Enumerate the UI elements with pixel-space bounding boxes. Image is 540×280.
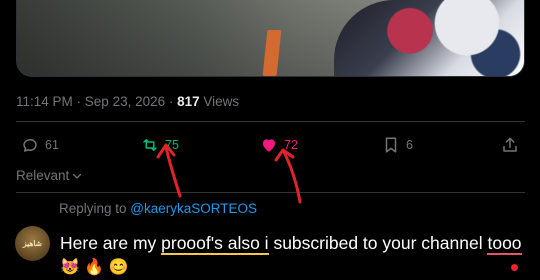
avatar-text: شاهيز: [23, 238, 42, 248]
reply-text: Here are my prooof's also i subscribed t…: [60, 232, 530, 279]
sort-replies-dropdown[interactable]: Relevant: [16, 168, 83, 183]
notification-dot: [511, 264, 518, 271]
replying-prefix: Replying to: [59, 201, 131, 216]
post-meta: 11:14 PM · Sep 23, 2026 · 817 Views: [16, 94, 239, 109]
reply-button[interactable]: 61: [21, 136, 59, 154]
retweet-button[interactable]: 75: [141, 136, 179, 154]
meta-separator-2: ·: [165, 94, 178, 109]
replying-handle-link[interactable]: @kaerykaSORTEOS: [130, 201, 257, 216]
views-count: 817: [177, 94, 200, 109]
reply-highlight-tooo: tooo: [487, 233, 522, 255]
views-label: Views: [199, 94, 240, 109]
bookmark-icon: [385, 137, 397, 153]
heart-icon: [263, 139, 275, 152]
bookmark-button[interactable]: 6: [382, 136, 413, 154]
reply-count: 61: [45, 138, 59, 152]
sort-label: Relevant: [16, 168, 70, 183]
meta-separator: ·: [72, 94, 85, 109]
share-icon: [503, 137, 517, 152]
post-time[interactable]: 11:14 PM: [16, 94, 73, 109]
bookmark-count: 6: [406, 138, 413, 152]
reply-emojis: 😻 🔥 😊: [60, 259, 129, 276]
share-button[interactable]: [501, 136, 519, 154]
retweet-count: 75: [165, 138, 179, 152]
reply-icon: [23, 139, 37, 152]
retweet-icon: [143, 139, 157, 151]
divider-top: [16, 121, 525, 122]
reply-text-part-1: Here are my: [60, 233, 162, 253]
reply-text-part-2: subscribed to your channel: [268, 233, 488, 253]
post-date[interactable]: Sep 23, 2026: [85, 94, 165, 109]
divider-bottom: [16, 192, 525, 193]
post-actions: 61 75 72 6: [0, 134, 540, 160]
replying-to: Replying to @kaerykaSORTEOS: [59, 201, 257, 216]
post-media-image[interactable]: [16, 0, 525, 77]
like-button[interactable]: 72: [260, 136, 298, 154]
chevron-down-icon: [73, 173, 82, 179]
avatar[interactable]: شاهيز: [15, 226, 50, 261]
like-count: 72: [284, 138, 298, 152]
media-car: [334, 0, 524, 76]
reply-highlight-proof: prooof's also i: [161, 233, 269, 255]
